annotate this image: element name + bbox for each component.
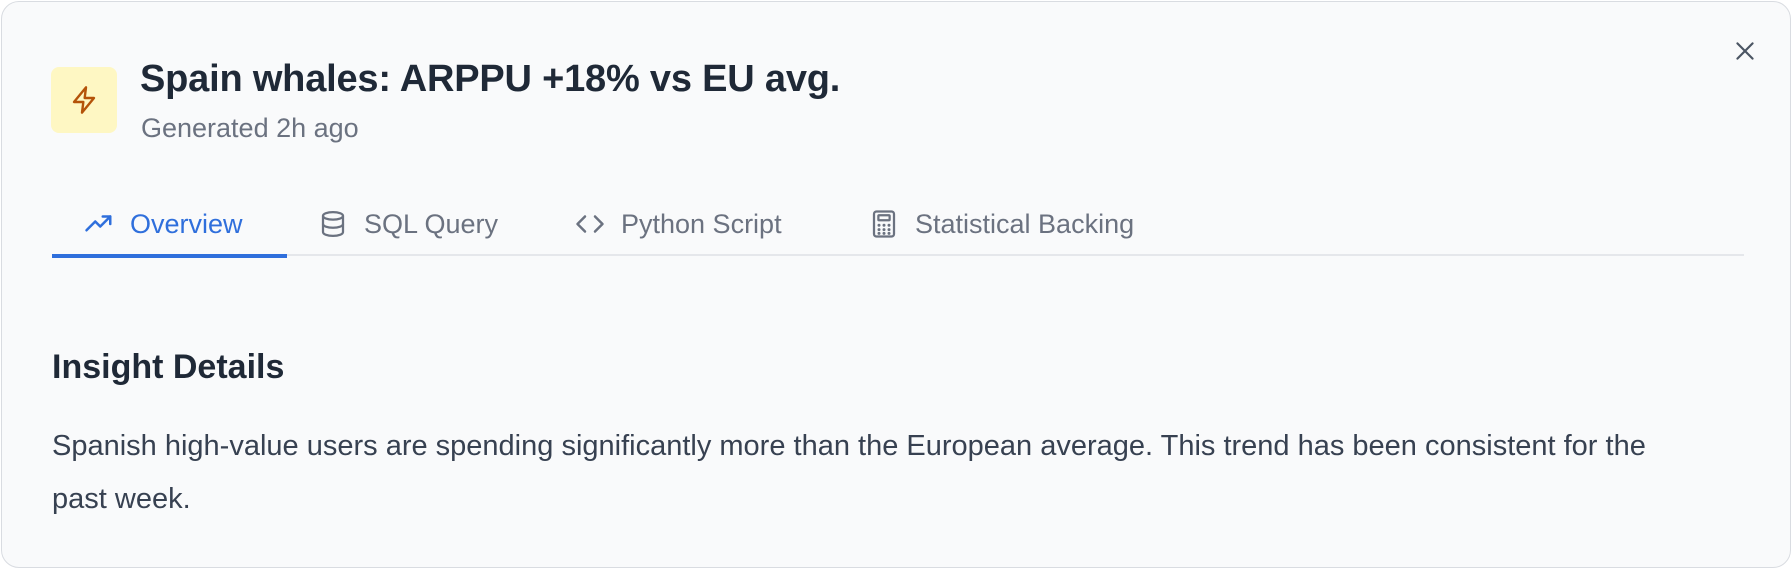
code-icon bbox=[575, 209, 605, 239]
lightning-bolt-icon bbox=[72, 86, 96, 114]
tab-python-script-label: Python Script bbox=[621, 208, 782, 239]
insight-description: Spanish high-value users are spending si… bbox=[52, 430, 1646, 515]
insight-dialog: Spain whales: ARPPU +18% vs EU avg. Gene… bbox=[1, 1, 1791, 568]
tab-sql-query-label: SQL Query bbox=[364, 208, 499, 239]
section-title: Insight Details bbox=[52, 348, 285, 386]
close-button[interactable] bbox=[1730, 36, 1760, 66]
insight-title: Spain whales: ARPPU +18% vs EU avg. bbox=[140, 58, 841, 100]
tab-overview[interactable]: Overview bbox=[52, 192, 287, 258]
database-icon bbox=[318, 209, 348, 239]
calculator-icon bbox=[869, 209, 899, 239]
trending-up-icon bbox=[84, 209, 114, 239]
tab-statistical-backing-label: Statistical Backing bbox=[915, 208, 1135, 239]
tab-sql-query[interactable]: SQL Query bbox=[318, 192, 498, 256]
tab-overview-label: Overview bbox=[130, 208, 243, 239]
close-icon bbox=[1736, 42, 1754, 60]
tab-python-script[interactable]: Python Script bbox=[575, 192, 782, 256]
insight-type-badge bbox=[51, 67, 117, 133]
generated-timestamp: Generated 2h ago bbox=[141, 113, 359, 143]
tab-bar: Overview SQL Query Python Script Statist… bbox=[52, 192, 1744, 258]
tab-statistical-backing[interactable]: Statistical Backing bbox=[869, 192, 1134, 256]
